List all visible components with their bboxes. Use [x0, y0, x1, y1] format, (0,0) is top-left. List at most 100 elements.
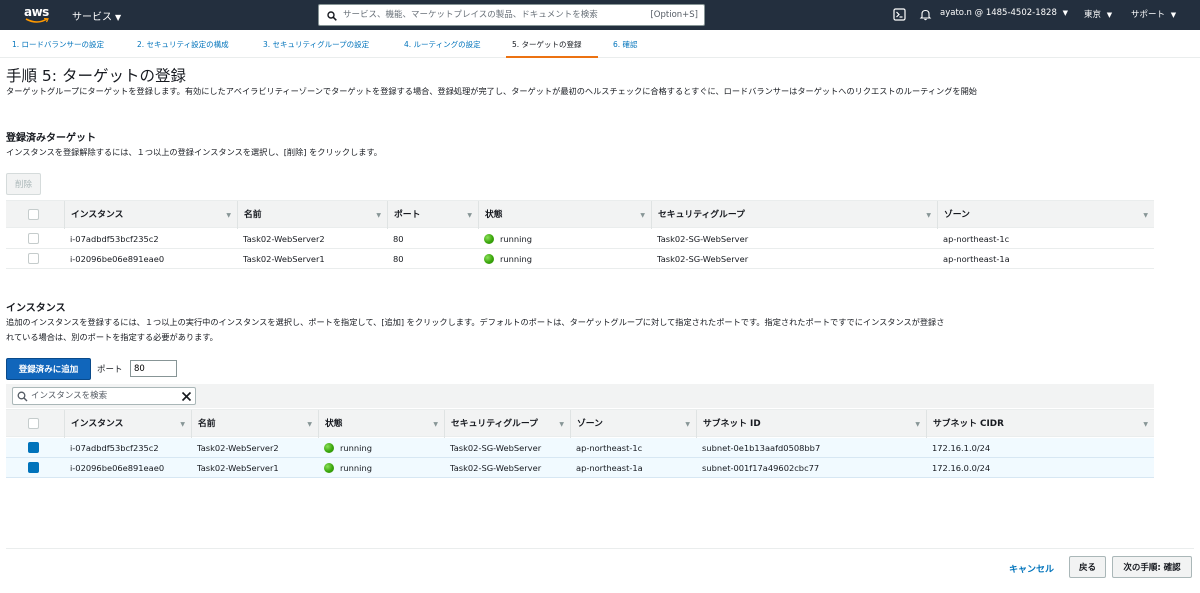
- instance-id: i-02096be06e891eae0: [70, 254, 165, 264]
- row-checkbox[interactable]: [28, 233, 39, 244]
- aws-logo-text: aws: [24, 5, 49, 19]
- sort-icon: ▼: [559, 421, 564, 428]
- column-header-name[interactable]: 名前 ▼: [237, 201, 387, 229]
- column-label: セキュリティグループ: [658, 210, 745, 220]
- instance-filter[interactable]: [12, 387, 196, 405]
- sort-icon: ▼: [226, 212, 231, 219]
- row-checkbox[interactable]: [28, 253, 39, 264]
- security-group: Task02-SG-WebServer: [450, 443, 542, 453]
- table-row[interactable]: i-02096be06e891eae0 Task02-WebServer1 80…: [6, 249, 1154, 269]
- column-header-security-group[interactable]: セキュリティグループ ▼: [444, 410, 570, 438]
- sort-icon: ▼: [640, 212, 645, 219]
- page-description: ターゲットグループにターゲットを登録します。有効にしたアベイラビリティーゾーンで…: [6, 86, 977, 96]
- instance-filter-input[interactable]: [31, 389, 176, 403]
- column-header-state[interactable]: 状態 ▼: [318, 410, 444, 438]
- clear-icon[interactable]: [181, 391, 192, 402]
- security-group: Task02-SG-WebServer: [450, 463, 542, 473]
- column-label: 状態: [325, 419, 343, 429]
- aws-logo[interactable]: aws: [24, 5, 52, 25]
- column-header-instance[interactable]: インスタンス ▼: [64, 410, 191, 438]
- global-search-input[interactable]: [343, 7, 699, 23]
- state: running: [500, 234, 533, 244]
- search-icon: [17, 391, 28, 402]
- account-menu[interactable]: ayato.n @ 1485-4502-1828 ▼: [940, 8, 1068, 18]
- sort-icon: ▼: [307, 421, 312, 428]
- caret-down-icon: ▼: [1062, 9, 1068, 17]
- subnet-cidr: 172.16.0.0/24: [932, 463, 991, 473]
- state: running: [500, 254, 533, 264]
- step-register-targets[interactable]: 5. ターゲットの登録: [512, 39, 582, 50]
- column-header-state[interactable]: 状態 ▼: [478, 201, 651, 229]
- column-header-instance[interactable]: インスタンス ▼: [64, 201, 237, 229]
- running-status-icon: [484, 254, 494, 264]
- footer-divider: [6, 548, 1194, 549]
- subnet-id: subnet-0e1b13aafd0508bb7: [702, 443, 821, 453]
- sort-icon: ▼: [1143, 212, 1148, 219]
- row-checkbox[interactable]: [28, 442, 39, 453]
- instances-table: インスタンス ▼ 名前 ▼ 状態 ▼ セキュリティグループ ▼ ゾーン ▼ サブネット I…: [6, 409, 1154, 479]
- services-menu[interactable]: サービス ▼: [72, 8, 121, 23]
- registered-targets-title: 登録済みターゲット: [6, 133, 96, 144]
- step-load-balancer[interactable]: 1. ロードバランサーの設定: [12, 39, 104, 50]
- column-header-subnet-id[interactable]: サブネット ID ▼: [696, 410, 926, 438]
- caret-down-icon: ▼: [1106, 11, 1113, 19]
- delete-button[interactable]: 削除: [6, 173, 41, 195]
- step-routing[interactable]: 4. ルーティングの設定: [404, 39, 481, 50]
- column-label: ゾーン: [577, 419, 603, 429]
- step-security-settings[interactable]: 2. セキュリティ設定の構成: [137, 39, 229, 50]
- region-menu[interactable]: 東京 ▼: [1084, 8, 1112, 20]
- back-button[interactable]: 戻る: [1069, 556, 1106, 578]
- registered-targets-description: インスタンスを登録解除するには、１つ以上の登録インスタンスを選択し、[削除] を…: [6, 147, 382, 157]
- security-group: Task02-SG-WebServer: [657, 234, 749, 244]
- select-all-checkbox[interactable]: [28, 209, 39, 220]
- running-status-icon: [324, 463, 334, 473]
- column-label: サブネット CIDR: [933, 419, 1004, 429]
- cloudshell-icon[interactable]: [893, 8, 906, 21]
- column-label: セキュリティグループ: [451, 419, 538, 429]
- running-status-icon: [484, 234, 494, 244]
- column-header-zone[interactable]: ゾーン ▼: [937, 201, 1154, 229]
- select-all-cell: [6, 410, 64, 438]
- table-row[interactable]: i-07adbdf53bcf235c2 Task02-WebServer2 80…: [6, 229, 1154, 249]
- add-to-registered-button[interactable]: 登録済みに追加: [6, 358, 91, 380]
- column-label: 状態: [485, 210, 503, 220]
- next-review-button[interactable]: 次の手順: 確認: [1112, 556, 1192, 578]
- instance-id: i-07adbdf53bcf235c2: [70, 234, 159, 244]
- column-header-port[interactable]: ポート ▼: [387, 201, 478, 229]
- subnet-cidr: 172.16.1.0/24: [932, 443, 991, 453]
- bell-icon[interactable]: [919, 8, 932, 21]
- sort-icon: ▼: [915, 421, 920, 428]
- zone: ap-northeast-1a: [576, 463, 643, 473]
- instance-id: i-07adbdf53bcf235c2: [70, 443, 159, 453]
- cancel-link[interactable]: キャンセル: [1009, 562, 1054, 575]
- column-header-name[interactable]: 名前 ▼: [191, 410, 318, 438]
- column-header-subnet-cidr[interactable]: サブネット CIDR ▼: [926, 410, 1154, 438]
- search-icon: [327, 11, 337, 21]
- select-all-cell: [6, 201, 64, 229]
- instance-name: Task02-WebServer2: [243, 234, 325, 244]
- column-label: インスタンス: [71, 210, 124, 220]
- zone: ap-northeast-1c: [943, 234, 1010, 244]
- support-menu[interactable]: サポート ▼: [1131, 8, 1176, 20]
- table-row[interactable]: i-02096be06e891eae0 Task02-WebServer1 ru…: [6, 458, 1154, 478]
- global-search[interactable]: [Option+S]: [318, 4, 705, 26]
- state-cell: running: [478, 229, 532, 249]
- column-header-security-group[interactable]: セキュリティグループ ▼: [651, 201, 937, 229]
- active-step-indicator: [506, 56, 598, 58]
- column-label: ポート: [394, 210, 421, 220]
- row-checkbox[interactable]: [28, 462, 39, 473]
- sort-icon: ▼: [926, 212, 931, 219]
- port: 80: [393, 234, 404, 244]
- column-header-zone[interactable]: ゾーン ▼: [570, 410, 696, 438]
- step-review[interactable]: 6. 確認: [613, 39, 638, 50]
- port-input[interactable]: [130, 360, 177, 377]
- table-row[interactable]: i-07adbdf53bcf235c2 Task02-WebServer2 ru…: [6, 438, 1154, 458]
- top-nav: aws サービス▼ [Option+S] ayato.n @ 1485-4502…: [0, 0, 1200, 30]
- port: 80: [393, 254, 404, 264]
- select-all-checkbox[interactable]: [28, 418, 39, 429]
- sort-icon: ▼: [467, 212, 472, 219]
- step-security-groups[interactable]: 3. セキュリティグループの設定: [263, 39, 369, 50]
- state-cell: running: [318, 438, 372, 458]
- region-label: 東京: [1084, 10, 1102, 20]
- sort-icon: ▼: [376, 212, 381, 219]
